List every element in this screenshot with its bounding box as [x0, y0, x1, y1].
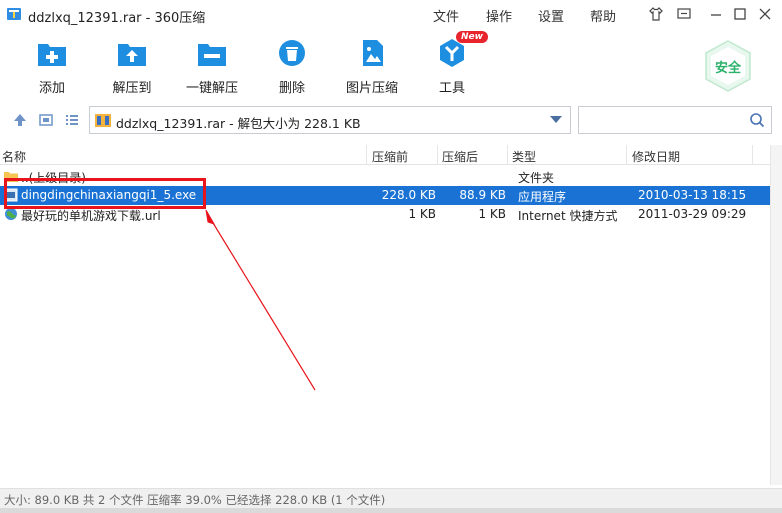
status-bar: 大小: 89.0 KB 共 2 个文件 压缩率 39.0% 已经选择 228.0… — [0, 488, 782, 508]
bottom-edge — [0, 508, 782, 513]
annotation-arrow — [205, 209, 316, 391]
status-text: 大小: 89.0 KB 共 2 个文件 压缩率 39.0% 已经选择 228.0… — [4, 493, 386, 507]
